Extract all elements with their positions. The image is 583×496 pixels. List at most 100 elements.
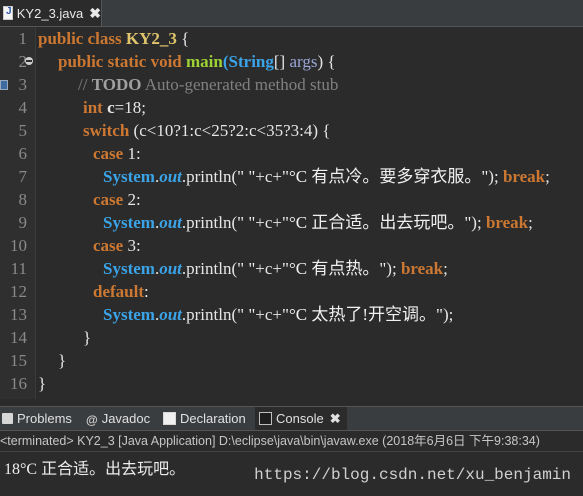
number: 1	[127, 144, 136, 163]
tab-console-label: Console	[276, 411, 324, 426]
line-number: 6	[18, 144, 28, 163]
colon: :	[135, 236, 141, 255]
static-field: out	[159, 305, 182, 324]
number: 2	[127, 190, 136, 209]
line-number-gutter: 1 2 3 4 5 6 7 8 9 10 11 12 13 14 15 16	[0, 27, 36, 399]
editor-tab-bar: KY2_3.java ✖	[0, 0, 583, 27]
keyword: class	[87, 29, 122, 48]
java-file-icon	[3, 6, 13, 20]
static-field: out	[159, 167, 182, 186]
editor-tab-label: KY2_3.java	[16, 5, 84, 21]
code-line-7: System.out.println(" "+c+"°C 有点冷。要多穿衣服。"…	[103, 165, 550, 188]
paren: );	[386, 259, 401, 278]
keyword: case	[93, 144, 124, 163]
method-call: .println(	[181, 213, 238, 232]
line-number: 13	[10, 305, 27, 324]
code-line-13: System.out.println(" "+c+"°C 太热了!开空调。");	[103, 303, 453, 326]
class-ref: System	[103, 167, 155, 186]
tab-console[interactable]: Console ✖	[255, 407, 347, 430]
line-number: 11	[10, 259, 27, 278]
keyword: void	[150, 52, 182, 71]
keyword: break	[502, 167, 546, 186]
paren: );	[442, 305, 454, 324]
tab-javadoc[interactable]: @ Javadoc	[86, 407, 150, 430]
tab-problems[interactable]: Problems	[2, 407, 72, 430]
keyword: int	[83, 98, 103, 117]
class-name: KY2_3	[125, 29, 177, 48]
colon: :	[135, 144, 141, 163]
method-call: .println(	[181, 259, 238, 278]
number: 3	[127, 236, 136, 255]
watermark: https://blog.csdn.net/xu_benjamin	[254, 466, 571, 484]
class-ref: System	[103, 213, 155, 232]
string-literal: " "	[237, 213, 256, 232]
comment: //	[78, 75, 92, 94]
variable: c	[107, 98, 115, 117]
code-line-12: default:	[93, 280, 149, 303]
keyword: default	[93, 282, 144, 301]
paren: );	[488, 167, 503, 186]
line-number: 5	[18, 121, 28, 140]
paren: ) {	[317, 52, 336, 71]
code-line-5: switch (c<10?1:c<25?2:c<35?3:4) {	[83, 119, 330, 142]
console-icon	[259, 412, 272, 425]
colon: :	[135, 190, 141, 209]
string-literal: "°C 有点热。"	[282, 259, 387, 278]
method-name: main	[186, 52, 223, 71]
editor-tab-ky2-3[interactable]: KY2_3.java ✖	[0, 0, 102, 26]
code-line-4: int c=18;	[83, 96, 146, 119]
tab-javadoc-label: Javadoc	[101, 411, 151, 426]
keyword: public	[58, 52, 104, 71]
code-line-10: case 3:	[93, 234, 141, 257]
close-icon[interactable]: ✖	[330, 411, 341, 427]
method-call: .println(	[181, 167, 238, 186]
type-name: String	[228, 52, 274, 71]
console-output-area[interactable]: 18°C 正合适。出去玩吧。 https://blog.csdn.net/xu_…	[0, 451, 583, 496]
code-line-15: }	[58, 351, 67, 370]
javadoc-icon: @	[86, 413, 98, 427]
close-icon[interactable]: ✖	[89, 5, 101, 22]
tab-declaration[interactable]: Declaration	[163, 407, 246, 430]
keyword: break	[400, 259, 444, 278]
string-literal: "°C 正合适。出去玩吧。"	[282, 213, 472, 232]
string-literal: "°C 有点冷。要多穿衣服。"	[282, 167, 489, 186]
tab-problems-label: Problems	[17, 411, 72, 426]
keyword: case	[93, 236, 124, 255]
string-literal: "°C 太热了!开空调。"	[282, 305, 443, 324]
concat: +c+	[255, 167, 283, 186]
string-literal: " "	[237, 167, 256, 186]
code-editor[interactable]: 1 2 3 4 5 6 7 8 9 10 11 12 13 14 15 16 p…	[0, 27, 583, 399]
line-number: 16	[10, 374, 27, 393]
line-number: 9	[18, 213, 28, 232]
console-status: <terminated> KY2_3 [Java Application] D:…	[0, 431, 583, 451]
class-ref: System	[103, 259, 155, 278]
colon: :	[144, 282, 149, 301]
bracket: []	[273, 52, 290, 71]
keyword: case	[93, 190, 124, 209]
line-number: 14	[10, 328, 27, 347]
class-ref: System	[103, 305, 155, 324]
operator: =	[114, 98, 125, 117]
code-line-6: case 1:	[93, 142, 141, 165]
code-line-3: // TODO Auto-generated method stub	[78, 73, 338, 96]
keyword: switch	[83, 121, 130, 140]
code-line-14: }	[83, 328, 92, 347]
line-number: 1	[18, 29, 28, 48]
code-line-9: System.out.println(" "+c+"°C 正合适。出去玩吧。")…	[103, 211, 533, 234]
semicolon: ;	[545, 167, 550, 186]
string-literal: " "	[237, 259, 256, 278]
code-line-1: public class KY2_3 {	[38, 27, 189, 50]
static-field: out	[159, 213, 182, 232]
keyword: public	[38, 29, 84, 48]
string-literal: " "	[237, 305, 256, 324]
concat: +c+	[255, 305, 283, 324]
semicolon: ;	[443, 259, 448, 278]
code-line-2: public static void main(String[] args) {	[58, 50, 336, 73]
collapse-icon[interactable]	[25, 57, 33, 65]
problems-icon	[2, 413, 13, 424]
parameter: args	[289, 52, 318, 71]
console-output-line: 18°C 正合适。出去玩吧。	[4, 461, 186, 478]
code-line-11: System.out.println(" "+c+"°C 有点热。"); bre…	[103, 257, 448, 280]
brace: {	[176, 29, 190, 48]
line-number: 4	[18, 98, 28, 117]
